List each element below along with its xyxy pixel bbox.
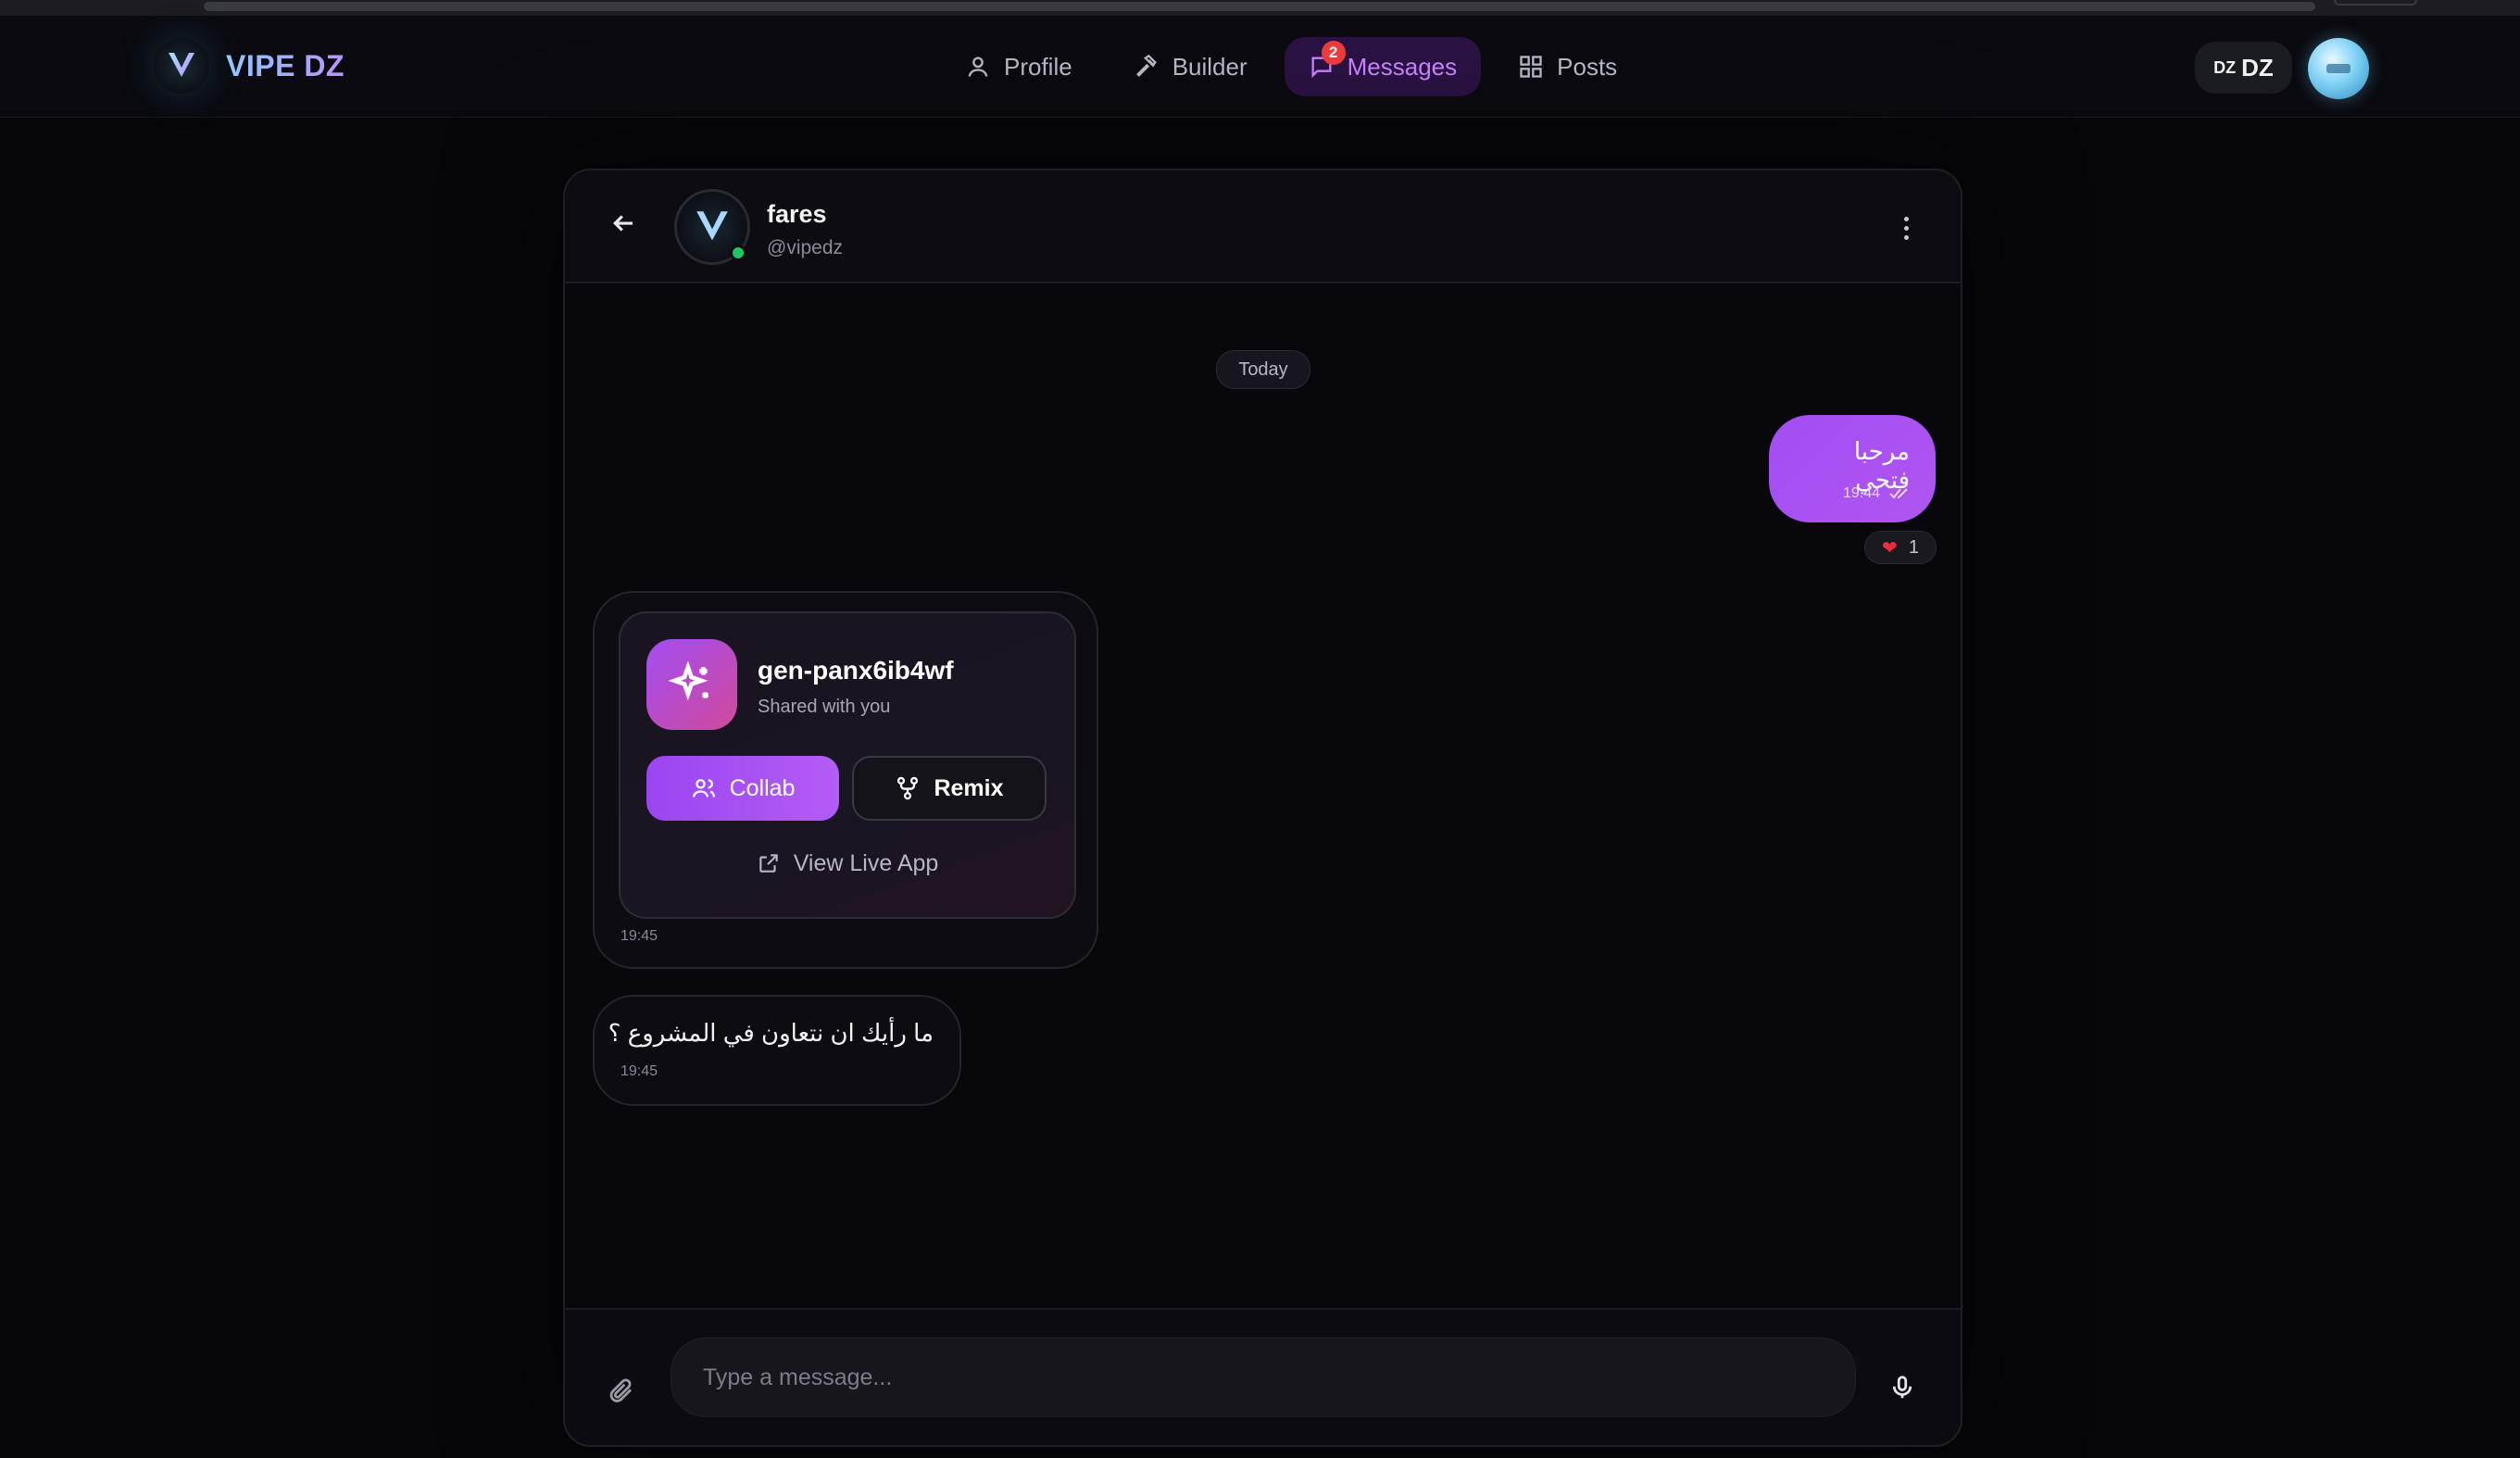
hammer-icon xyxy=(1135,54,1157,77)
message-meta: 19:44 xyxy=(1843,485,1910,502)
language-code: DZ xyxy=(2213,57,2237,77)
outgoing-message[interactable]: مرحبا فتحي 19:44 xyxy=(1769,415,1936,522)
user-avatar[interactable] xyxy=(2308,38,2369,99)
contact-name: fares xyxy=(767,200,827,228)
sparkles-icon xyxy=(669,661,708,701)
view-live-app-link[interactable]: View Live App xyxy=(621,845,1074,882)
main-nav: Profile Builder 2 Messages Posts xyxy=(941,37,1641,96)
app-name: gen-panx6ib4wf xyxy=(758,656,954,685)
chat-window: fares @vipedz Today مرحبا فتحي 19:44 ❤ 1 xyxy=(563,169,1962,1447)
remix-label: Remix xyxy=(934,774,1004,801)
collab-label: Collab xyxy=(729,774,796,801)
language-label: DZ xyxy=(2241,53,2274,82)
message-input[interactable] xyxy=(671,1338,1856,1417)
incoming-app-share-message: gen-panx6ib4wf Shared with you Collab Re… xyxy=(593,591,1098,969)
date-separator: Today xyxy=(1216,350,1310,389)
top-navbar: VIPE DZ Profile Builder 2 Messages Posts… xyxy=(0,16,2520,118)
message-time: 19:45 xyxy=(621,928,658,944)
browser-scrollbar xyxy=(0,0,2520,16)
more-dot-icon xyxy=(1903,216,1909,221)
scrollbar-control xyxy=(2334,0,2417,6)
user-icon xyxy=(968,57,988,77)
app-share-subtitle: Shared with you xyxy=(758,697,891,717)
more-dot-icon xyxy=(1903,234,1909,240)
message-composer xyxy=(565,1308,1961,1445)
brand[interactable]: VIPE DZ xyxy=(154,38,345,94)
collab-button[interactable]: Collab xyxy=(646,756,839,821)
app-share-card: gen-panx6ib4wf Shared with you Collab Re… xyxy=(619,611,1076,919)
nav-builder[interactable]: Builder xyxy=(1110,37,1272,96)
nav-builder-label: Builder xyxy=(1172,52,1247,81)
nav-posts-label: Posts xyxy=(1557,52,1618,81)
online-status-dot xyxy=(730,245,746,261)
nav-messages[interactable]: 2 Messages xyxy=(1284,37,1482,96)
heart-icon: ❤ xyxy=(1882,537,1898,559)
paperclip-icon xyxy=(609,1378,632,1402)
view-live-app-label: View Live App xyxy=(793,849,939,876)
message-text: ما رأيك ان نتعاون في المشروع ؟ xyxy=(608,1019,934,1047)
message-list[interactable]: Today مرحبا فتحي 19:44 ❤ 1 gen-panx6ib4w… xyxy=(565,283,1961,1308)
chat-header: fares @vipedz xyxy=(565,170,1961,283)
git-fork-icon xyxy=(897,776,919,800)
app-icon xyxy=(646,639,737,730)
nav-posts[interactable]: Posts xyxy=(1494,37,1641,96)
more-dot-icon xyxy=(1903,225,1909,231)
nav-profile[interactable]: Profile xyxy=(941,37,1097,96)
brand-logo-icon xyxy=(154,38,209,94)
vipe-logo-icon xyxy=(696,211,728,241)
message-time: 19:45 xyxy=(621,1063,658,1079)
avatar-image xyxy=(2326,64,2351,73)
external-link-icon xyxy=(759,854,778,873)
attach-button[interactable] xyxy=(608,1376,639,1408)
more-options-button[interactable] xyxy=(1897,209,1915,246)
users-icon xyxy=(692,779,715,798)
scrollbar-thumb[interactable] xyxy=(204,2,2315,11)
reaction-count: 1 xyxy=(1908,536,1919,558)
incoming-message[interactable]: ما رأيك ان نتعاون في المشروع ؟ 19:45 xyxy=(593,995,961,1106)
nav-profile-label: Profile xyxy=(1004,52,1072,81)
unread-badge: 2 xyxy=(1321,41,1346,65)
grid-icon xyxy=(1520,56,1542,78)
voice-record-button[interactable] xyxy=(1884,1369,1921,1406)
contact-handle: @vipedz xyxy=(767,237,844,258)
back-button[interactable] xyxy=(609,209,646,246)
microphone-icon xyxy=(1892,1376,1912,1399)
nav-messages-label: Messages xyxy=(1347,52,1458,81)
message-reaction[interactable]: ❤ 1 xyxy=(1864,531,1937,564)
arrow-left-icon xyxy=(613,215,633,232)
remix-button[interactable]: Remix xyxy=(852,756,1047,821)
language-switcher[interactable]: DZ DZ xyxy=(2195,42,2292,94)
brand-name: VIPE DZ xyxy=(226,48,345,82)
double-check-icon xyxy=(1889,488,1908,499)
message-time: 19:44 xyxy=(1842,485,1880,501)
